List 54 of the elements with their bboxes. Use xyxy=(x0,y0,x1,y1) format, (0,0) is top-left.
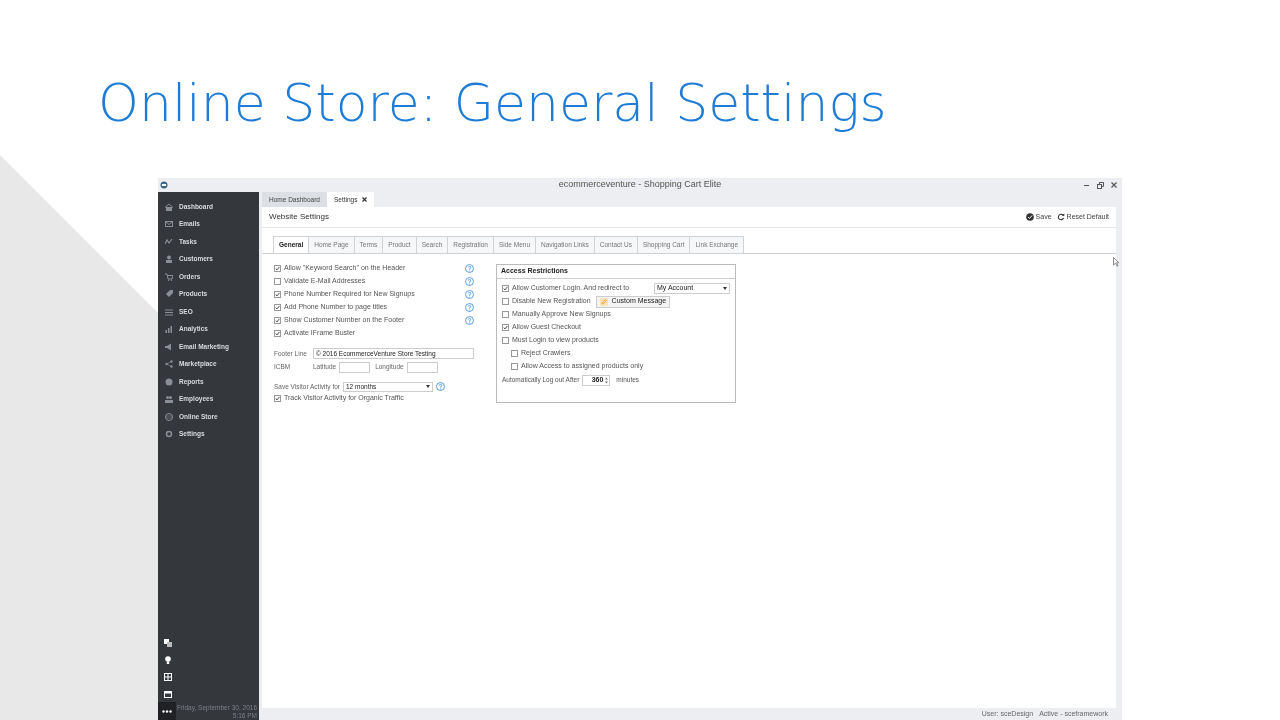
checkbox[interactable] xyxy=(511,363,518,370)
person-icon xyxy=(165,255,173,264)
help-icon[interactable] xyxy=(465,303,474,312)
checkbox[interactable] xyxy=(274,304,281,311)
globe-icon xyxy=(165,412,173,421)
spinner-arrows-icon xyxy=(605,376,609,384)
help-icon[interactable] xyxy=(465,264,474,273)
more-icon xyxy=(161,709,172,713)
help-icon[interactable] xyxy=(436,382,445,391)
input-field[interactable] xyxy=(339,361,371,373)
help-icon[interactable] xyxy=(465,277,474,286)
calculator-icon[interactable] xyxy=(164,672,172,681)
checkbox[interactable] xyxy=(274,330,281,337)
house-icon xyxy=(165,202,173,211)
close-icon[interactable] xyxy=(362,197,368,202)
bar-chart-icon xyxy=(165,325,173,334)
checkbox[interactable] xyxy=(274,394,281,402)
help-icon[interactable] xyxy=(465,316,474,325)
app-logo-icon xyxy=(160,181,168,189)
checkbox[interactable] xyxy=(502,298,509,305)
calendar-icon[interactable] xyxy=(164,689,172,698)
tag-icon xyxy=(165,290,173,299)
checkbox[interactable] xyxy=(274,278,281,285)
minimize-icon[interactable] xyxy=(1084,182,1090,188)
checkbox[interactable] xyxy=(274,265,281,272)
caret-icon xyxy=(426,385,430,388)
sliders-icon xyxy=(165,307,173,316)
help-icon[interactable] xyxy=(465,290,474,299)
envelope-icon xyxy=(165,220,173,229)
checkbox[interactable] xyxy=(511,350,518,357)
megaphone-icon xyxy=(165,342,173,351)
bulb-icon[interactable] xyxy=(164,655,172,664)
pencil-icon xyxy=(599,297,608,306)
checkbox[interactable] xyxy=(502,337,509,344)
window-title: ecommerceventure - Shopping Cart Elite xyxy=(558,179,722,190)
windows-icon[interactable] xyxy=(164,638,172,647)
slide-title: Online Store: General Settings xyxy=(98,72,888,134)
caret-icon xyxy=(723,287,727,290)
restore-icon[interactable] xyxy=(1097,181,1104,189)
chart-line-icon xyxy=(165,237,173,246)
checkbox[interactable] xyxy=(274,317,281,324)
checkbox[interactable] xyxy=(502,285,509,292)
checkbox[interactable] xyxy=(502,324,509,331)
checkbox[interactable] xyxy=(502,311,509,318)
more-button[interactable] xyxy=(158,702,176,720)
cart-icon xyxy=(165,272,173,281)
page-title: Website Settings xyxy=(269,211,329,223)
refresh-icon xyxy=(1056,213,1065,221)
checkbox[interactable] xyxy=(274,291,281,298)
people-icon xyxy=(165,395,173,404)
input-field[interactable] xyxy=(406,361,438,373)
checkmark-circle-icon xyxy=(1025,213,1034,221)
close-icon[interactable] xyxy=(1111,182,1117,188)
share-icon xyxy=(165,360,173,369)
